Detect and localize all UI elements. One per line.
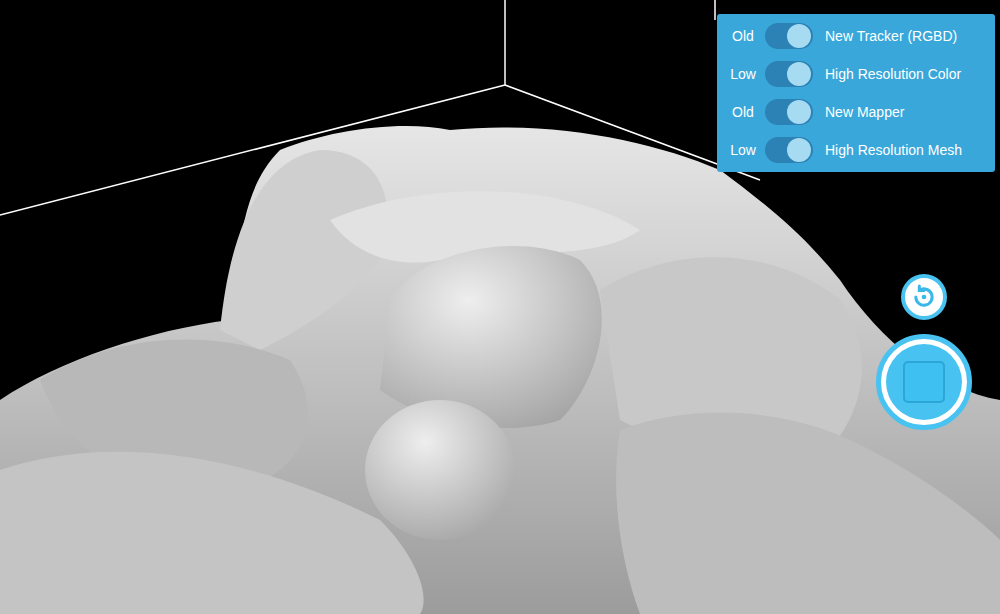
setting-row: Low High Resolution Color: [717, 55, 995, 93]
scan-controls: [876, 274, 972, 430]
scan-viewport[interactable]: Old New Tracker (RGBD) Low High Resolution …: [0, 0, 1000, 614]
setting-on-label: High Resolution Color: [825, 66, 989, 82]
setting-toggle[interactable]: [765, 23, 813, 49]
setting-toggle[interactable]: [765, 61, 813, 87]
scanned-mesh: [0, 126, 1000, 614]
setting-off-label: Old: [721, 104, 765, 120]
setting-row: Low High Resolution Mesh: [717, 131, 995, 169]
toggle-knob: [787, 100, 811, 124]
setting-row: Old New Mapper: [717, 93, 995, 131]
record-button[interactable]: [876, 334, 972, 430]
toggle-knob: [787, 24, 811, 48]
reset-button[interactable]: [901, 274, 947, 320]
setting-toggle[interactable]: [765, 99, 813, 125]
setting-on-label: New Tracker (RGBD): [825, 28, 989, 44]
setting-off-label: Low: [721, 142, 765, 158]
settings-panel: Old New Tracker (RGBD) Low High Resolution …: [717, 14, 995, 172]
record-button-face: [886, 344, 962, 420]
setting-on-label: High Resolution Mesh: [825, 142, 989, 158]
setting-off-label: Low: [721, 66, 765, 82]
reset-icon: [910, 283, 938, 311]
setting-off-label: Old: [721, 28, 765, 44]
setting-row: Old New Tracker (RGBD): [717, 17, 995, 55]
stop-icon: [903, 361, 945, 403]
toggle-knob: [787, 138, 811, 162]
toggle-knob: [787, 62, 811, 86]
setting-toggle[interactable]: [765, 137, 813, 163]
setting-on-label: New Mapper: [825, 104, 989, 120]
